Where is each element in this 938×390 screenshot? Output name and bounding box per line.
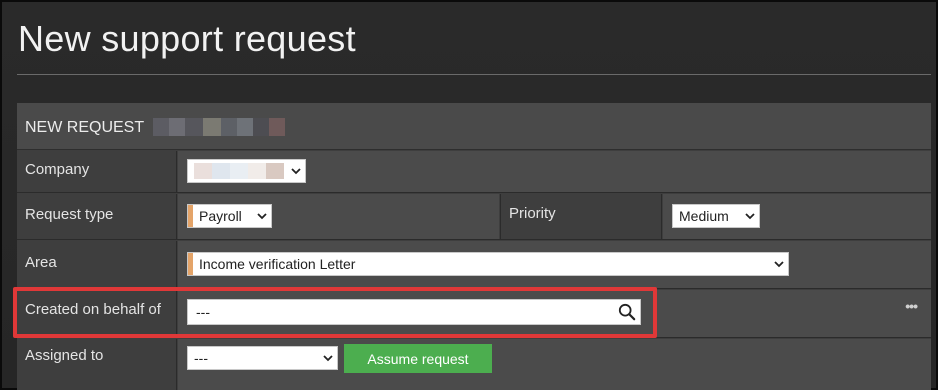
chevron-down-icon bbox=[770, 253, 788, 275]
annotation-highlight bbox=[13, 287, 657, 338]
assigned-to-value: --- bbox=[194, 350, 208, 366]
area-value-cell: Income verification Letter bbox=[178, 241, 931, 288]
assigned-to-label-cell: Assigned to bbox=[17, 339, 177, 390]
company-label: Company bbox=[25, 161, 90, 178]
request-type-select[interactable]: Payroll bbox=[187, 204, 272, 228]
more-icon[interactable]: ••• bbox=[905, 298, 918, 314]
priority-value-cell: Medium bbox=[663, 194, 931, 239]
title-divider bbox=[17, 74, 931, 75]
request-form-panel: NEW REQUEST Company Request type Payroll… bbox=[17, 103, 931, 390]
request-type-value-cell: Payroll bbox=[178, 194, 499, 239]
row-request-type: Request type Payroll Priority Medium bbox=[17, 194, 931, 240]
area-label: Area bbox=[25, 254, 57, 271]
company-select[interactable] bbox=[187, 159, 306, 183]
chevron-down-icon bbox=[319, 347, 337, 369]
company-value-cell bbox=[178, 151, 931, 192]
area-label-cell: Area bbox=[17, 241, 177, 288]
priority-select[interactable]: Medium bbox=[672, 204, 760, 228]
window-frame: New support request NEW REQUEST Company bbox=[0, 0, 938, 390]
priority-label: Priority bbox=[509, 205, 556, 222]
panel-header-label: NEW REQUEST bbox=[25, 119, 145, 136]
company-label-cell: Company bbox=[17, 151, 177, 192]
chevron-down-icon bbox=[741, 205, 759, 227]
row-area: Area Income verification Letter bbox=[17, 241, 931, 289]
row-assigned-to: Assigned to --- Assume request bbox=[17, 339, 931, 390]
request-type-value: Payroll bbox=[199, 208, 242, 224]
area-value: Income verification Letter bbox=[199, 256, 356, 272]
area-select[interactable]: Income verification Letter bbox=[187, 252, 789, 276]
page-title: New support request bbox=[18, 18, 356, 59]
chevron-down-icon bbox=[287, 160, 305, 182]
assume-request-button[interactable]: Assume request bbox=[344, 344, 492, 373]
row-company: Company bbox=[17, 151, 931, 193]
request-type-label-cell: Request type bbox=[17, 194, 177, 239]
priority-label-cell: Priority bbox=[500, 194, 662, 239]
assigned-to-label: Assigned to bbox=[25, 347, 104, 364]
assigned-to-select[interactable]: --- bbox=[187, 346, 338, 370]
assigned-to-value-cell: --- Assume request bbox=[178, 339, 931, 390]
request-type-label: Request type bbox=[25, 206, 114, 223]
redacted-company-name bbox=[194, 163, 284, 179]
chevron-down-icon bbox=[253, 205, 271, 227]
panel-header: NEW REQUEST bbox=[17, 103, 931, 150]
redacted-request-id bbox=[153, 118, 293, 136]
priority-value: Medium bbox=[679, 208, 729, 224]
